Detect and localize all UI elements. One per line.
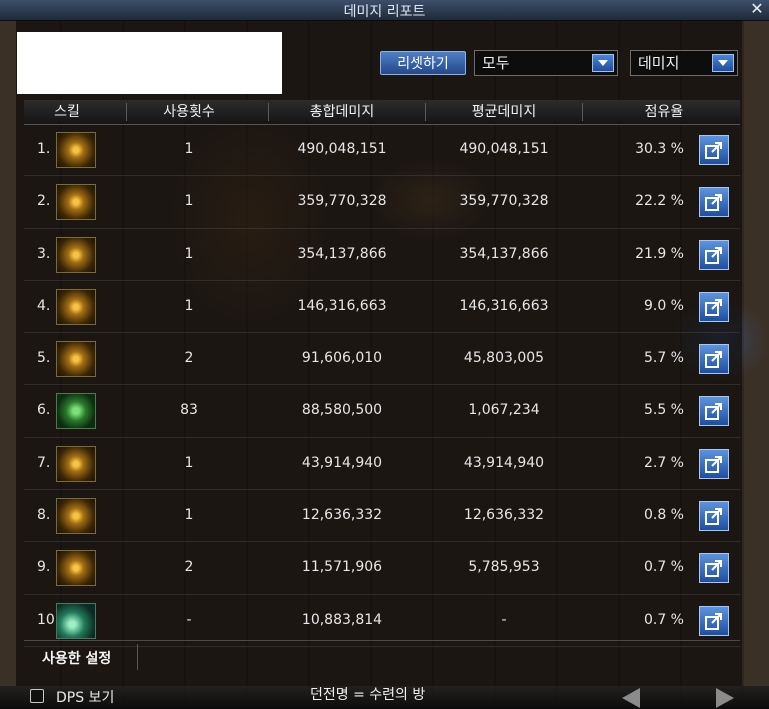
row-total-damage: 490,048,151 bbox=[297, 141, 387, 157]
export-icon[interactable] bbox=[699, 605, 729, 636]
gold-orb-skill-icon bbox=[56, 445, 96, 482]
dps-view-checkbox[interactable] bbox=[30, 689, 44, 703]
window-title: 데미지 리포트 bbox=[343, 4, 426, 20]
gold-sun-skill-icon bbox=[56, 236, 96, 273]
row-average-damage: - bbox=[501, 611, 507, 628]
arrow-left-icon[interactable] bbox=[622, 688, 640, 708]
gold-swirl-skill-icon bbox=[56, 132, 96, 168]
row-total-damage: 10,883,814 bbox=[301, 611, 383, 628]
table-row: 8. 1 12,636,332 12,636,332 0.8 % bbox=[24, 490, 740, 543]
table-row: 3. 1 354,137,866 354,137,866 21.9 % bbox=[24, 229, 740, 281]
export-icon[interactable] bbox=[699, 344, 729, 375]
row-share: 0.8 % bbox=[643, 507, 684, 524]
row-share: 5.5 % bbox=[643, 402, 684, 419]
row-uses: 1 bbox=[184, 141, 194, 157]
mode-select[interactable]: 모두 bbox=[474, 50, 618, 76]
row-share: 22.2 % bbox=[635, 193, 684, 210]
row-average-damage: 146,316,663 bbox=[459, 297, 549, 314]
row-total-damage: 43,914,940 bbox=[301, 454, 383, 471]
row-total-damage: 11,571,906 bbox=[301, 559, 383, 576]
row-uses: 1 bbox=[184, 507, 194, 524]
table-row: 5. 2 91,606,010 45,803,005 5.7 % bbox=[24, 333, 740, 386]
export-icon[interactable] bbox=[699, 187, 729, 218]
export-icon[interactable] bbox=[699, 553, 729, 584]
table-row: 1. 1 490,048,151 490,048,151 30.3 % bbox=[24, 124, 740, 177]
export-icon[interactable] bbox=[699, 239, 729, 270]
column-header-uses[interactable]: 사용횟수 bbox=[139, 100, 239, 124]
export-icon[interactable] bbox=[699, 448, 729, 479]
green-rune-skill-icon bbox=[56, 393, 96, 430]
column-divider bbox=[582, 103, 583, 121]
table-row: 2. 1 359,770,328 359,770,328 22.2 % bbox=[24, 176, 740, 229]
row-total-damage: 12,636,332 bbox=[301, 507, 383, 524]
gold-vortex-skill-icon bbox=[56, 341, 96, 378]
export-icon[interactable] bbox=[699, 135, 729, 165]
dungeon-name: 던전명 = 수련의 방 bbox=[310, 687, 426, 703]
row-share: 5.7 % bbox=[643, 350, 684, 367]
row-uses: 1 bbox=[184, 245, 194, 262]
dps-view-label[interactable]: DPS 보기 bbox=[56, 687, 114, 707]
close-icon[interactable]: ✕ bbox=[749, 0, 765, 18]
row-uses: 2 bbox=[184, 350, 194, 367]
row-uses: 1 bbox=[184, 454, 194, 471]
column-divider bbox=[126, 103, 127, 121]
mode-select-value: 모두 bbox=[482, 54, 510, 72]
row-total-damage: 91,606,010 bbox=[301, 350, 383, 367]
settings-divider bbox=[137, 644, 138, 670]
chevron-down-icon[interactable] bbox=[592, 54, 614, 72]
column-divider bbox=[268, 103, 269, 121]
gold-crescent-skill-icon bbox=[56, 498, 96, 535]
type-select-value: 데미지 bbox=[638, 54, 680, 72]
chevron-down-icon[interactable] bbox=[712, 54, 734, 72]
row-total-damage: 359,770,328 bbox=[297, 193, 387, 210]
table-row: 6. 83 88,580,500 1,067,234 5.5 % bbox=[24, 385, 740, 438]
row-uses: 1 bbox=[184, 193, 194, 210]
used-settings-tab[interactable]: 사용한 설정 bbox=[42, 648, 111, 668]
column-header-total[interactable]: 총합데미지 bbox=[272, 100, 412, 124]
table-header: 스킬 사용횟수 총합데미지 평균데미지 점유율 bbox=[24, 100, 740, 125]
row-uses: 2 bbox=[184, 559, 194, 576]
export-icon[interactable] bbox=[699, 396, 729, 427]
row-uses: 1 bbox=[184, 297, 194, 314]
teal-slash-skill-icon bbox=[56, 602, 96, 639]
footer-divider bbox=[24, 640, 740, 641]
row-total-damage: 354,137,866 bbox=[297, 245, 387, 262]
export-icon[interactable] bbox=[699, 291, 729, 322]
row-total-damage: 146,316,663 bbox=[297, 297, 387, 314]
column-header-share[interactable]: 점유율 bbox=[614, 100, 714, 124]
column-header-average[interactable]: 평균데미지 bbox=[429, 100, 579, 124]
row-uses: - bbox=[186, 611, 192, 628]
row-share: 21.9 % bbox=[635, 245, 684, 262]
reset-button[interactable]: 리셋하기 bbox=[380, 51, 466, 75]
row-average-damage: 12,636,332 bbox=[463, 507, 545, 524]
row-average-damage: 354,137,866 bbox=[459, 245, 549, 262]
table-row: 4. 1 146,316,663 146,316,663 9.0 % bbox=[24, 281, 740, 334]
row-share: 0.7 % bbox=[643, 559, 684, 576]
row-average-damage: 5,785,953 bbox=[468, 559, 540, 576]
column-divider bbox=[425, 103, 426, 121]
table-row: 7. 1 43,914,940 43,914,940 2.7 % bbox=[24, 438, 740, 491]
row-average-damage: 490,048,151 bbox=[459, 141, 549, 157]
arrow-right-icon[interactable] bbox=[716, 688, 734, 708]
row-average-damage: 359,770,328 bbox=[459, 193, 549, 210]
export-icon[interactable] bbox=[699, 501, 729, 532]
row-share: 2.7 % bbox=[643, 454, 684, 471]
row-share: 9.0 % bbox=[643, 297, 684, 314]
row-share: 0.7 % bbox=[643, 611, 684, 628]
gold-burst-skill-icon bbox=[56, 550, 96, 587]
row-average-damage: 1,067,234 bbox=[468, 402, 540, 419]
type-select[interactable]: 데미지 bbox=[630, 50, 738, 76]
row-total-damage: 88,580,500 bbox=[301, 402, 383, 419]
column-header-skill[interactable]: 스킬 bbox=[32, 100, 102, 124]
row-uses: 83 bbox=[180, 402, 198, 419]
gold-slash-skill-icon bbox=[56, 288, 96, 325]
row-share: 30.3 % bbox=[635, 141, 684, 157]
gold-beam-skill-icon bbox=[56, 184, 96, 221]
row-average-damage: 43,914,940 bbox=[463, 454, 545, 471]
window-titlebar[interactable]: 데미지 리포트 ✕ bbox=[0, 0, 769, 21]
table-row: 9. 2 11,571,906 5,785,953 0.7 % bbox=[24, 542, 740, 595]
skill-table: 1. 1 490,048,151 490,048,151 30.3 % 2. 1 359,77… bbox=[24, 124, 740, 647]
redacted-box bbox=[17, 32, 282, 94]
row-average-damage: 45,803,005 bbox=[463, 350, 545, 367]
